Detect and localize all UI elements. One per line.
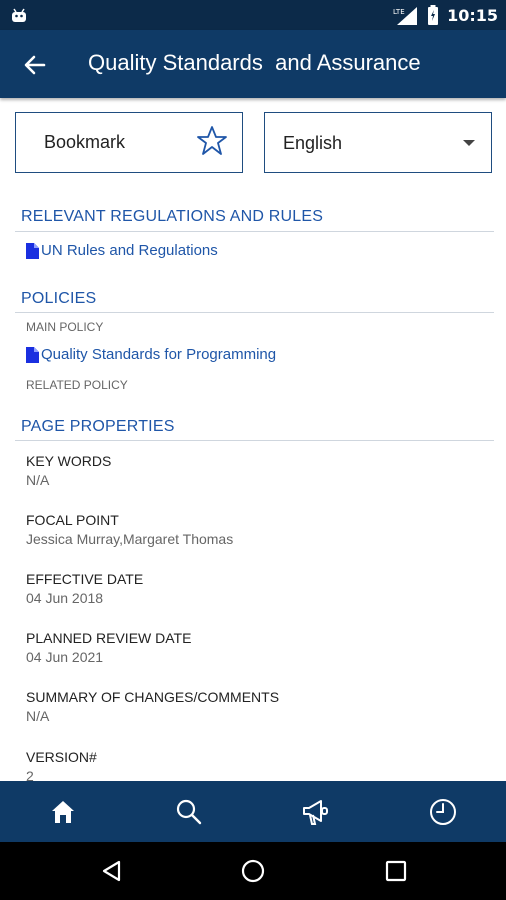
clock-icon <box>430 798 456 825</box>
system-recents-button[interactable] <box>381 856 411 886</box>
status-bar: LTE 10:15 <box>0 0 506 30</box>
property-value: Jessica Murray,Margaret Thomas <box>26 531 234 547</box>
divider <box>15 312 494 313</box>
status-time: 10:15 <box>447 5 498 25</box>
tab-history[interactable] <box>380 781 506 842</box>
document-icon <box>26 346 39 363</box>
tab-announcements[interactable] <box>253 781 379 842</box>
network-label: LTE <box>393 8 405 16</box>
main-policy-label: MAIN POLICY <box>26 320 104 334</box>
property-focal-point: FOCAL POINT Jessica Murray,Margaret Thom… <box>26 512 233 547</box>
property-value: 04 Jun 2018 <box>26 590 104 606</box>
regulations-link-text: UN Rules and Regulations <box>41 242 218 259</box>
bookmark-label: Bookmark <box>44 132 126 152</box>
main-policy-link[interactable]: Quality Standards for Programming <box>26 346 276 363</box>
property-value: 04 Jun 2021 <box>26 649 104 665</box>
home-icon <box>52 800 74 823</box>
property-version: VERSION# 2 <box>26 749 97 784</box>
document-icon <box>26 242 39 259</box>
circle-home-icon <box>241 859 265 883</box>
property-key: PLANNED REVIEW DATE <box>26 630 192 646</box>
property-value: N/A <box>26 472 50 488</box>
tab-home[interactable] <box>0 781 126 842</box>
property-key: VERSION# <box>26 749 97 765</box>
controls-row: Bookmark English <box>15 112 492 173</box>
page-title: Quality Standards and Assurance <box>88 50 421 75</box>
bottom-nav <box>0 781 506 842</box>
section-header-regulations: RELEVANT REGULATIONS AND RULES <box>21 208 324 225</box>
star-icon <box>197 126 227 155</box>
back-arrow-icon[interactable] <box>20 50 50 80</box>
property-key: KEY WORDS <box>26 453 112 469</box>
main-policy-link-text: Quality Standards for Programming <box>41 346 277 363</box>
chevron-down-icon <box>463 140 475 146</box>
section-header-properties: PAGE PROPERTIES <box>21 418 175 435</box>
bookmark-button[interactable]: Bookmark <box>15 112 243 173</box>
property-planned-review-date: PLANNED REVIEW DATE 04 Jun 2021 <box>26 630 191 665</box>
language-select[interactable]: English <box>264 112 492 173</box>
divider <box>15 440 494 441</box>
triangle-back-icon <box>102 860 121 882</box>
language-selected: English <box>283 133 343 153</box>
tab-search[interactable] <box>126 781 252 842</box>
lte-signal-icon: LTE <box>393 7 418 25</box>
property-effective-date: EFFECTIVE DATE 04 Jun 2018 <box>26 571 143 606</box>
battery-icon <box>428 5 439 25</box>
property-key: EFFECTIVE DATE <box>26 571 144 587</box>
regulations-link[interactable]: UN Rules and Regulations <box>26 242 218 259</box>
system-back-button[interactable] <box>97 856 127 886</box>
search-icon <box>176 799 202 824</box>
app-bar: Quality Standards and Assurance <box>0 30 506 98</box>
square-recents-icon <box>385 860 407 882</box>
property-key-words: KEY WORDS N/A <box>26 453 111 488</box>
system-home-button[interactable] <box>238 856 268 886</box>
property-key: FOCAL POINT <box>26 512 119 528</box>
system-nav-bar <box>0 842 506 900</box>
property-key: SUMMARY OF CHANGES/COMMENTS <box>26 689 280 705</box>
megaphone-icon <box>303 799 328 825</box>
android-icon <box>12 8 26 22</box>
property-value: N/A <box>26 708 50 724</box>
property-summary-of-changes: SUMMARY OF CHANGES/COMMENTS N/A <box>26 689 279 724</box>
divider <box>15 231 494 232</box>
related-policy-label: RELATED POLICY <box>26 378 128 392</box>
section-header-policies: POLICIES <box>21 290 97 307</box>
